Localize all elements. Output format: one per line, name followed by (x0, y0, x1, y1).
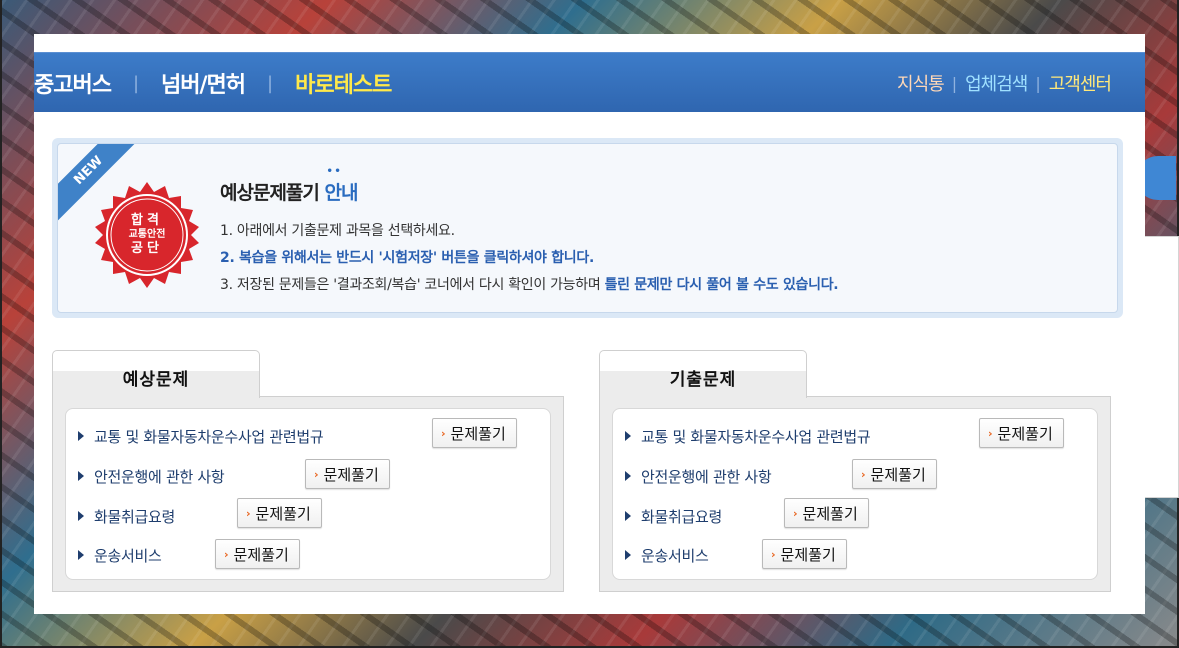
subject-list: 교통 및 화물자동차운수사업 관련법규 › 문제풀기 안전운행에 관한 사항 › 문… (612, 408, 1098, 580)
chevron-right-icon: › (861, 467, 866, 481)
notice-instruction-3: 3. 저장된 문제들은 '결과조회/복습' 코너에서 다시 확인이 가능하며 틀… (220, 274, 839, 294)
section-body: 교통 및 화물자동차운수사업 관련법규 › 문제풀기 안전운행에 관한 사항 › 문… (599, 396, 1111, 592)
subject-link[interactable]: 운송서비스 (94, 545, 162, 566)
solve-button-label: 문제풀기 (255, 504, 311, 523)
list-item: 안전운행에 관한 사항 (78, 460, 225, 492)
tab-past-exam[interactable]: 기출문제 (599, 350, 807, 398)
solve-button-label: 문제풀기 (997, 424, 1053, 443)
nav-separator: | (1035, 73, 1041, 93)
list-item: 교통 및 화물자동차운수사업 관련법규 (78, 420, 324, 452)
nav-secondary-menu: 지식통 | 업체검색 | 고객센터 (897, 53, 1112, 113)
triangle-right-icon (625, 550, 631, 560)
tab-expected-questions[interactable]: 예상문제 (52, 350, 260, 398)
solve-button[interactable]: › 문제풀기 (432, 418, 517, 448)
subject-link[interactable]: 교통 및 화물자동차운수사업 관련법규 (641, 426, 871, 447)
top-navigation-bar: 중고버스 | 넘버/면허 | 바로테스트 지식통 | 업체검색 | 고객센터 (34, 52, 1145, 112)
list-item: 운송서비스 (625, 539, 709, 571)
nav-link-knowledge[interactable]: 지식통 (897, 70, 945, 96)
nav-link-customer-center[interactable]: 고객센터 (1049, 70, 1112, 96)
expected-questions-section: 예상문제 교통 및 화물자동차운수사업 관련법규 › 문제풀기 안전운행에 관한 … (52, 350, 564, 592)
nav-item-used-bus[interactable]: 중고버스 (34, 67, 112, 99)
triangle-right-icon (78, 511, 84, 521)
solve-button[interactable]: › 문제풀기 (852, 459, 937, 489)
section-body: 교통 및 화물자동차운수사업 관련법규 › 문제풀기 안전운행에 관한 사항 › 문… (52, 396, 564, 592)
notice-title-highlight: 안내 (325, 182, 359, 204)
solve-button-label: 문제풀기 (870, 465, 926, 484)
list-item: 교통 및 화물자동차운수사업 관련법규 (625, 420, 871, 452)
solve-button[interactable]: › 문제풀기 (784, 498, 869, 528)
notice-box: NEW 합격 교통안전 공단 예상문제풀기 안내 1. 아래에서 기출문제 과목… (52, 138, 1123, 318)
notice-title-main: 예상문제풀기 (220, 182, 320, 204)
notice-instruction-2: 2. 복습을 위해서는 반드시 '시험저장' 버튼을 클릭하셔야 합니다. (220, 250, 594, 266)
solve-button[interactable]: › 문제풀기 (762, 539, 847, 569)
chevron-right-icon: › (246, 506, 251, 520)
chevron-right-icon: › (771, 547, 776, 561)
subject-link[interactable]: 안전운행에 관한 사항 (641, 466, 772, 487)
solve-button[interactable]: › 문제풀기 (979, 418, 1064, 448)
nav-separator: | (267, 72, 274, 94)
solve-button[interactable]: › 문제풀기 (305, 459, 390, 489)
notice-title: 예상문제풀기 안내 (220, 178, 359, 205)
triangle-right-icon (625, 511, 631, 521)
solve-button[interactable]: › 문제풀기 (237, 498, 322, 528)
solve-button-label: 문제풀기 (233, 545, 289, 564)
chevron-right-icon: › (224, 547, 229, 561)
notice-content: NEW 합격 교통안전 공단 예상문제풀기 안내 1. 아래에서 기출문제 과목… (57, 143, 1118, 313)
nav-primary-menu: 중고버스 | 넘버/면허 | 바로테스트 (34, 53, 392, 113)
subject-link[interactable]: 화물취급요령 (94, 506, 175, 527)
nav-item-baro-test[interactable]: 바로테스트 (295, 67, 392, 99)
nav-link-company-search[interactable]: 업체검색 (965, 70, 1028, 96)
chevron-right-icon: › (441, 426, 446, 440)
solve-button[interactable]: › 문제풀기 (215, 539, 300, 569)
triangle-right-icon (625, 471, 631, 481)
list-item: 안전운행에 관한 사항 (625, 460, 772, 492)
nav-separator: | (951, 73, 958, 93)
list-item: 화물취급요령 (625, 500, 722, 532)
triangle-right-icon (78, 471, 84, 481)
chevron-right-icon: › (988, 426, 993, 440)
seal-line-3: 공단 (131, 241, 163, 257)
notice-instruction-3-emphasis: 틀린 문제만 다시 풀어 볼 수도 있습니다. (604, 277, 839, 293)
triangle-right-icon (78, 431, 84, 441)
notice-instruction-3-text: 3. 저장된 문제들은 '결과조회/복습' 코너에서 다시 확인이 가능하며 (220, 277, 605, 293)
solve-button-label: 문제풀기 (780, 545, 836, 564)
past-exam-section: 기출문제 교통 및 화물자동차운수사업 관련법규 › 문제풀기 안전운행에 관한 … (599, 350, 1111, 592)
notice-instruction-1: 1. 아래에서 기출문제 과목을 선택하세요. (220, 223, 455, 239)
triangle-right-icon (78, 550, 84, 560)
solve-button-label: 문제풀기 (802, 504, 858, 523)
chevron-right-icon: › (793, 506, 798, 520)
solve-button-label: 문제풀기 (323, 465, 379, 484)
nav-item-number-license[interactable]: 넘버/면허 (161, 67, 246, 99)
triangle-right-icon (625, 431, 631, 441)
subject-link[interactable]: 안전운행에 관한 사항 (94, 466, 225, 487)
chevron-right-icon: › (314, 467, 319, 481)
subject-link[interactable]: 교통 및 화물자동차운수사업 관련법규 (94, 426, 324, 447)
subject-link[interactable]: 화물취급요령 (641, 506, 722, 527)
solve-button-label: 문제풀기 (450, 424, 506, 443)
subject-link[interactable]: 운송서비스 (641, 545, 709, 566)
nav-separator: | (132, 72, 140, 94)
subject-list: 교통 및 화물자동차운수사업 관련법규 › 문제풀기 안전운행에 관한 사항 › 문… (65, 408, 551, 580)
list-item: 화물취급요령 (78, 500, 175, 532)
seal-line-2: 교통안전 (128, 228, 166, 240)
pass-seal-text: 합격 교통안전 공단 (92, 180, 202, 290)
list-item: 운송서비스 (78, 539, 162, 571)
main-panel: 중고버스 | 넘버/면허 | 바로테스트 지식통 | 업체검색 | 고객센터 N… (34, 34, 1145, 614)
seal-line-1: 합격 (131, 212, 163, 228)
window-edge-left (0, 0, 2, 648)
